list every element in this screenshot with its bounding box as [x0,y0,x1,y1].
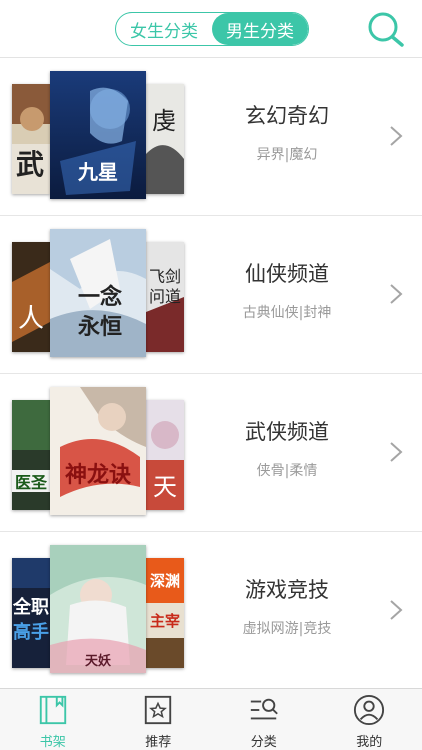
category-title: 游戏竞技 [245,578,329,602]
bookshelf-icon [39,695,66,725]
svg-text:高手: 高手 [13,621,49,643]
category-row-fantasy[interactable]: 武 九星 虔 玄幻奇幻 异界|魔幻 [0,58,422,216]
category-subtitle: 虚拟网游|竞技 [242,621,332,637]
book-cover-tianyao: 天妖 [50,545,146,673]
star-icon [145,695,172,725]
svg-text:飞剑: 飞剑 [149,267,181,286]
svg-text:主宰: 主宰 [150,612,180,630]
svg-text:天妖: 天妖 [85,653,111,669]
book-cover-shenlong: 神龙诀 [50,387,146,515]
book-cover-ren: 人 [12,242,50,352]
tab-label: 书架 [39,735,66,750]
book-cover-wu: 武 [12,84,50,194]
profile-icon [354,694,385,726]
tab-recommend[interactable]: 推荐 [106,689,212,750]
svg-text:人: 人 [18,304,44,334]
book-cover-feijian: 飞剑 问道 [146,242,184,352]
svg-text:永恒: 永恒 [78,314,122,340]
chevron-right-icon [390,600,403,620]
book-cover-jiuxing: 九星 [50,71,146,199]
category-row-xianxia[interactable]: 人 一念 永恒 飞剑 问道 仙侠频道 古典仙侠|封神 [0,216,422,374]
book-cover-qian: 虔 [146,84,184,194]
top-bar: 女生分类 男生分类 [0,0,422,58]
bottom-tab-bar: 书架 推荐 分类 我的 [0,688,422,750]
gender-segmented-control: 女生分类 男生分类 [115,12,309,46]
svg-text:全职: 全职 [12,596,49,618]
category-subtitle: 古典仙侠|封神 [242,305,332,321]
category-list: 武 九星 虔 玄幻奇幻 异界|魔幻 人 一念 永恒 飞剑 问道 仙侠频道 古典仙… [0,58,422,690]
svg-text:一念: 一念 [78,284,122,310]
svg-text:神龙诀: 神龙诀 [65,462,131,488]
tab-female-categories[interactable]: 女生分类 [116,13,212,45]
search-button[interactable] [366,10,406,48]
tab-male-categories[interactable]: 男生分类 [212,13,308,45]
category-title: 仙侠频道 [245,262,329,286]
chevron-right-icon [390,442,403,462]
book-cover-tian: 天 [146,400,184,510]
svg-text:医圣: 医圣 [15,473,48,492]
category-row-gaming[interactable]: 全职 高手 天妖 深渊 主宰 游戏竞技 虚拟网游|竞技 [0,532,422,690]
svg-text:天: 天 [153,473,177,501]
search-icon [368,12,404,47]
svg-text:九星: 九星 [77,160,118,184]
category-subtitle: 异界|魔幻 [256,147,318,163]
book-cover-quanzhi: 全职 高手 [12,558,50,668]
svg-text:虔: 虔 [152,107,176,135]
tab-bookshelf[interactable]: 书架 [0,689,106,750]
book-cover-yinian: 一念 永恒 [50,229,146,357]
tab-profile[interactable]: 我的 [317,689,422,750]
tab-category[interactable]: 分类 [211,689,317,750]
category-title: 玄幻奇幻 [245,104,329,128]
category-row-wuxia[interactable]: 医圣 神龙诀 天 武侠频道 侠骨|柔情 [0,374,422,532]
book-cover-yisheng: 医圣 [12,400,50,510]
chevron-right-icon [390,284,403,304]
category-icon [250,698,278,720]
chevron-right-icon [390,126,403,146]
category-title: 武侠频道 [245,420,329,444]
book-cover-shenyuan: 深渊 主宰 [146,558,184,668]
svg-text:武: 武 [16,148,44,181]
category-subtitle: 侠骨|柔情 [256,463,318,479]
tab-label: 分类 [250,735,277,750]
tab-label: 推荐 [145,735,172,750]
svg-text:深渊: 深渊 [150,572,180,590]
svg-text:问道: 问道 [149,287,181,306]
tab-label: 我的 [356,735,383,750]
